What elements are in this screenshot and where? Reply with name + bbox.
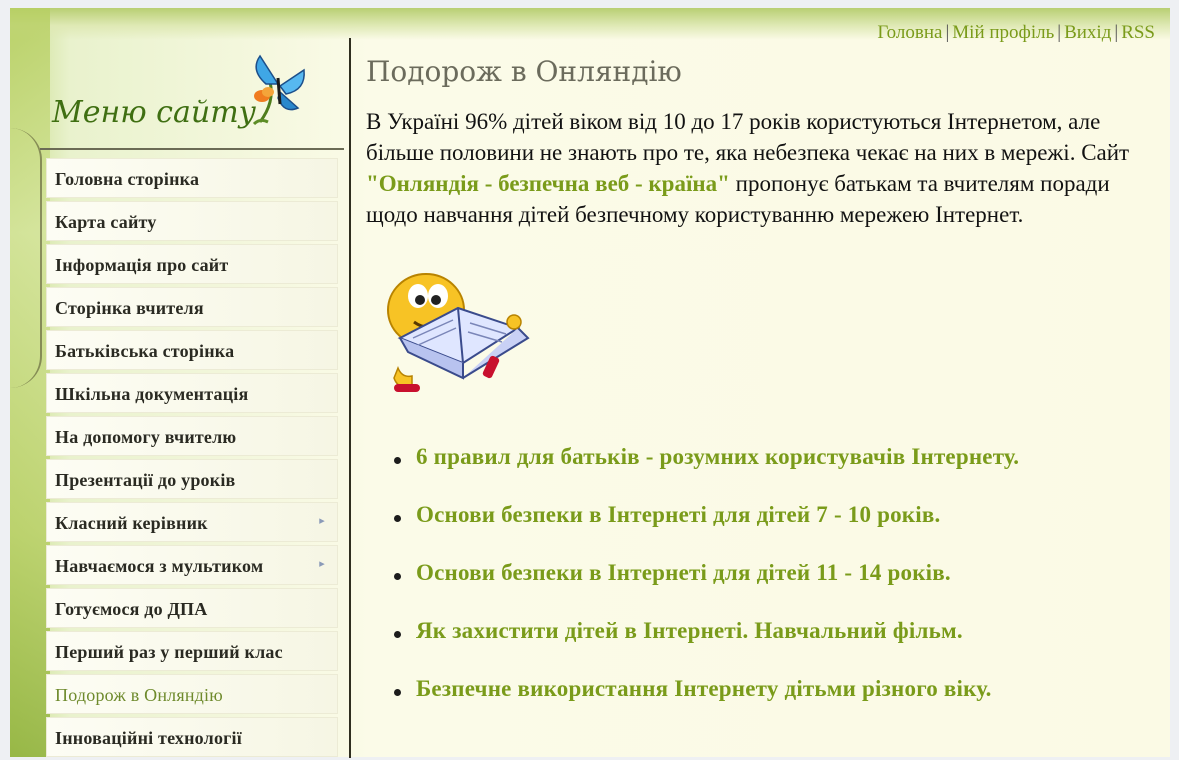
sidebar-item-label: Шкільна документація [55, 384, 249, 404]
sidebar-item-home[interactable]: Головна сторінка [46, 158, 338, 198]
sidebar-item-label: Інноваційні технології [55, 728, 242, 748]
sidebar-item-first-grade[interactable]: Перший раз у перший клас [46, 631, 338, 671]
sidebar-item-label: Головна сторінка [55, 169, 200, 189]
sidebar-item-dpa-prep[interactable]: Готуємося до ДПА [46, 588, 338, 628]
intro-paragraph: В Україні 96% дітей віком від 10 до 17 р… [366, 106, 1146, 230]
list-item[interactable]: Безпечне використання Інтернету дітьми р… [394, 676, 1146, 702]
intro-text-start: В Україні 96% дітей віком від 10 до 17 р… [366, 109, 1130, 165]
main-content: Подорож в Онляндію В Україні 96% дітей в… [366, 55, 1146, 734]
smiley-book-icon [387, 273, 530, 392]
submenu-arrow-icon: ▸ [319, 515, 325, 527]
sidebar-item-school-docs[interactable]: Шкільна документація [46, 373, 338, 413]
onlandia-site-link[interactable]: "Онляндія - безпечна веб - країна" [366, 171, 730, 196]
page-title: Подорож в Онляндію [366, 55, 682, 88]
sidebar-title: Меню сайту [52, 95, 257, 130]
sidebar-item-label: Навчаємося з мультиком [55, 556, 264, 576]
sidebar: Меню сайту Головна сторінка Карта сайту … [40, 40, 344, 760]
list-item[interactable]: Як захистити дітей в Інтернеті. Навчальн… [394, 618, 1146, 644]
sidebar-item-site-info[interactable]: Інформація про сайт [46, 244, 338, 284]
top-nav-rss-link[interactable]: RSS [1121, 22, 1155, 43]
top-nav-separator: | [1114, 22, 1119, 43]
sidebar-item-onlandia[interactable]: Подорож в Онляндію [46, 674, 338, 714]
sidebar-item-label: Подорож в Онляндію [55, 685, 223, 705]
resource-link[interactable]: 6 правил для батьків - розумних користув… [416, 444, 1019, 469]
sidebar-item-teacher-help[interactable]: На допомогу вчителю [46, 416, 338, 456]
resource-link[interactable]: Як захистити дітей в Інтернеті. Навчальн… [416, 618, 963, 643]
list-item[interactable]: Основи безпеки в Інтернеті для дітей 7 -… [394, 502, 1146, 528]
resource-link[interactable]: Основи безпеки в Інтернеті для дітей 7 -… [416, 502, 940, 527]
sidebar-menu: Головна сторінка Карта сайту Інформація … [40, 158, 344, 757]
decorative-vine-curl [10, 128, 42, 388]
list-item[interactable]: Основи безпеки в Інтернеті для дітей 11 … [394, 560, 1146, 586]
sidebar-item-label: На допомогу вчителю [55, 427, 237, 447]
top-nav-separator: | [1057, 22, 1062, 43]
top-nav-home-link[interactable]: Головна [877, 22, 942, 43]
sidebar-item-presentations[interactable]: Презентації до уроків [46, 459, 338, 499]
sidebar-item-label: Сторінка вчителя [55, 298, 204, 318]
column-divider [349, 38, 351, 758]
sidebar-item-label: Презентації до уроків [55, 470, 236, 490]
top-nav-logout-link[interactable]: Вихід [1064, 22, 1111, 43]
butterfly-icon [252, 54, 305, 126]
sidebar-item-label: Інформація про сайт [55, 255, 229, 275]
sidebar-item-label: Карта сайту [55, 212, 157, 232]
submenu-arrow-icon: ▸ [319, 558, 325, 570]
sidebar-item-label: Готуємося до ДПА [55, 599, 208, 619]
sidebar-item-parents-page[interactable]: Батьківська сторінка [46, 330, 338, 370]
resource-link[interactable]: Основи безпеки в Інтернеті для дітей 11 … [416, 560, 951, 585]
sidebar-item-cartoons[interactable]: Навчаємося з мультиком ▸ [46, 545, 338, 585]
top-nav-separator: | [945, 22, 950, 43]
top-nav: Головна | Мій профіль | Вихід | RSS [877, 22, 1155, 44]
top-nav-profile-link[interactable]: Мій профіль [952, 22, 1054, 43]
sidebar-item-site-map[interactable]: Карта сайту [46, 201, 338, 241]
list-item[interactable]: 6 правил для батьків - розумних користув… [394, 444, 1146, 470]
resource-links-list: 6 правил для батьків - розумних користув… [366, 444, 1146, 702]
sidebar-header: Меню сайту [40, 40, 344, 150]
sidebar-item-teacher-page[interactable]: Сторінка вчителя [46, 287, 338, 327]
sidebar-item-label: Класний керівник [55, 513, 208, 533]
resource-link[interactable]: Безпечне використання Інтернету дітьми р… [416, 676, 992, 701]
sidebar-item-label: Батьківська сторінка [55, 341, 235, 361]
smiley-reading-book-image [378, 268, 538, 408]
sidebar-item-innovations[interactable]: Інноваційні технології [46, 717, 338, 757]
sidebar-item-label: Перший раз у перший клас [55, 642, 283, 662]
sidebar-item-class-teacher[interactable]: Класний керівник ▸ [46, 502, 338, 542]
